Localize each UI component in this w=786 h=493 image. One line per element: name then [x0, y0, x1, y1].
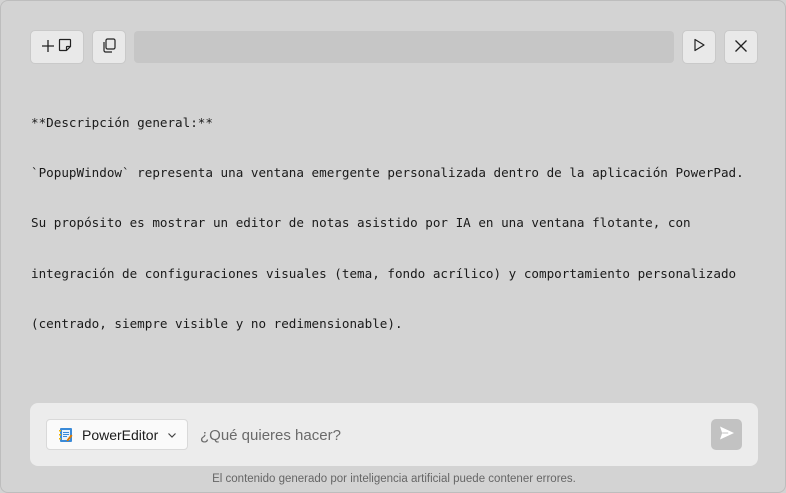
close-icon	[734, 38, 748, 57]
mode-dropdown[interactable]: PowerEditor	[46, 419, 188, 450]
close-button[interactable]	[724, 30, 758, 64]
prompt-input[interactable]	[196, 421, 704, 449]
mode-label: PowerEditor	[82, 426, 159, 443]
popup-window: **Descripción general:** `PopupWindow` r…	[0, 0, 786, 493]
prompt-bar: PowerEditor	[30, 403, 758, 466]
send-icon	[718, 424, 736, 446]
drag-title-bar[interactable]	[134, 31, 674, 63]
copy-icon	[101, 37, 117, 57]
editor-line: integración de configuraciones visuales …	[31, 265, 737, 281]
send-button[interactable]	[711, 419, 742, 450]
copy-button[interactable]	[92, 30, 126, 64]
editor-line: **Descripción general:**	[31, 114, 213, 130]
run-button[interactable]	[682, 30, 716, 64]
note-editor[interactable]: **Descripción general:** `PopupWindow` r…	[31, 81, 771, 381]
power-editor-icon	[58, 427, 74, 443]
plus-icon	[41, 38, 55, 57]
toolbar	[30, 30, 758, 64]
new-note-button[interactable]	[30, 30, 84, 64]
chevron-down-icon	[167, 425, 177, 444]
editor-line: (centrado, siempre visible y no redimens…	[31, 316, 403, 332]
note-icon	[57, 37, 73, 57]
editor-line: `PopupWindow` representa una ventana eme…	[31, 164, 744, 180]
ai-disclaimer: El contenido generado por inteligencia a…	[212, 473, 576, 485]
play-icon	[691, 37, 707, 57]
editor-line: Su propósito es mostrar un editor de not…	[31, 215, 691, 231]
